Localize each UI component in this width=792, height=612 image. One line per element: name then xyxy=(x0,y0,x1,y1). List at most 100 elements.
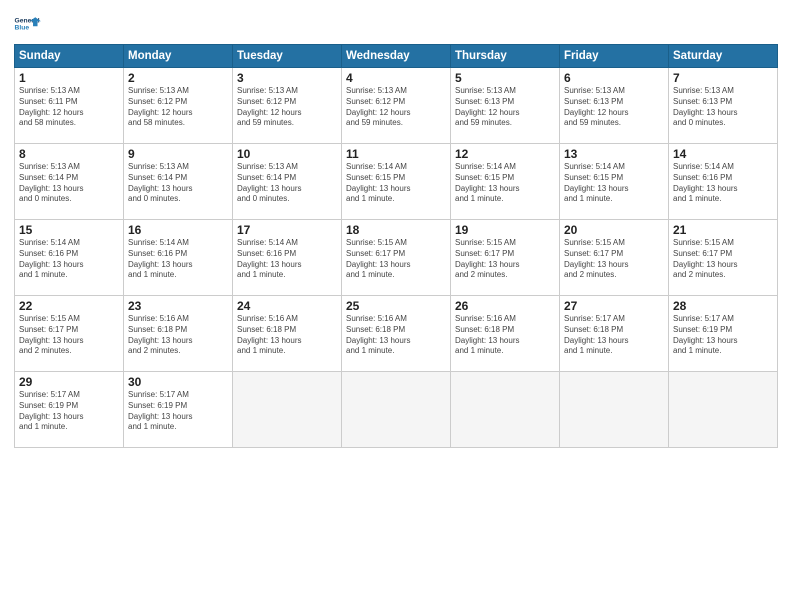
day-number: 28 xyxy=(673,299,773,313)
day-number: 11 xyxy=(346,147,446,161)
calendar-cell: 5Sunrise: 5:13 AMSunset: 6:13 PMDaylight… xyxy=(451,68,560,144)
day-number: 20 xyxy=(564,223,664,237)
calendar-cell xyxy=(560,372,669,448)
calendar-table: SundayMondayTuesdayWednesdayThursdayFrid… xyxy=(14,44,778,448)
day-info: Sunrise: 5:13 AMSunset: 6:12 PMDaylight:… xyxy=(237,86,337,129)
calendar-cell: 27Sunrise: 5:17 AMSunset: 6:18 PMDayligh… xyxy=(560,296,669,372)
day-number: 14 xyxy=(673,147,773,161)
calendar-cell: 11Sunrise: 5:14 AMSunset: 6:15 PMDayligh… xyxy=(342,144,451,220)
day-info: Sunrise: 5:17 AMSunset: 6:19 PMDaylight:… xyxy=(673,314,773,357)
day-number: 9 xyxy=(128,147,228,161)
day-number: 5 xyxy=(455,71,555,85)
day-number: 15 xyxy=(19,223,119,237)
day-number: 8 xyxy=(19,147,119,161)
day-info: Sunrise: 5:16 AMSunset: 6:18 PMDaylight:… xyxy=(346,314,446,357)
calendar-cell: 4Sunrise: 5:13 AMSunset: 6:12 PMDaylight… xyxy=(342,68,451,144)
day-info: Sunrise: 5:14 AMSunset: 6:15 PMDaylight:… xyxy=(564,162,664,205)
day-info: Sunrise: 5:13 AMSunset: 6:13 PMDaylight:… xyxy=(564,86,664,129)
logo: General Blue xyxy=(14,10,46,38)
calendar-header-thursday: Thursday xyxy=(451,45,560,68)
day-info: Sunrise: 5:17 AMSunset: 6:19 PMDaylight:… xyxy=(128,390,228,433)
calendar-cell: 7Sunrise: 5:13 AMSunset: 6:13 PMDaylight… xyxy=(669,68,778,144)
day-number: 13 xyxy=(564,147,664,161)
day-number: 7 xyxy=(673,71,773,85)
calendar-cell xyxy=(233,372,342,448)
day-number: 18 xyxy=(346,223,446,237)
calendar-header-saturday: Saturday xyxy=(669,45,778,68)
day-info: Sunrise: 5:13 AMSunset: 6:14 PMDaylight:… xyxy=(19,162,119,205)
svg-text:Blue: Blue xyxy=(15,25,30,32)
day-info: Sunrise: 5:13 AMSunset: 6:12 PMDaylight:… xyxy=(346,86,446,129)
calendar-cell: 30Sunrise: 5:17 AMSunset: 6:19 PMDayligh… xyxy=(124,372,233,448)
calendar-cell: 21Sunrise: 5:15 AMSunset: 6:17 PMDayligh… xyxy=(669,220,778,296)
calendar-cell: 22Sunrise: 5:15 AMSunset: 6:17 PMDayligh… xyxy=(15,296,124,372)
calendar-cell: 25Sunrise: 5:16 AMSunset: 6:18 PMDayligh… xyxy=(342,296,451,372)
calendar-week-4: 22Sunrise: 5:15 AMSunset: 6:17 PMDayligh… xyxy=(15,296,778,372)
day-info: Sunrise: 5:17 AMSunset: 6:19 PMDaylight:… xyxy=(19,390,119,433)
calendar-cell: 12Sunrise: 5:14 AMSunset: 6:15 PMDayligh… xyxy=(451,144,560,220)
day-info: Sunrise: 5:14 AMSunset: 6:16 PMDaylight:… xyxy=(19,238,119,281)
calendar-cell xyxy=(342,372,451,448)
calendar-header-row: SundayMondayTuesdayWednesdayThursdayFrid… xyxy=(15,45,778,68)
day-info: Sunrise: 5:14 AMSunset: 6:15 PMDaylight:… xyxy=(455,162,555,205)
day-info: Sunrise: 5:16 AMSunset: 6:18 PMDaylight:… xyxy=(237,314,337,357)
day-number: 22 xyxy=(19,299,119,313)
day-info: Sunrise: 5:13 AMSunset: 6:12 PMDaylight:… xyxy=(128,86,228,129)
calendar-cell: 2Sunrise: 5:13 AMSunset: 6:12 PMDaylight… xyxy=(124,68,233,144)
day-info: Sunrise: 5:16 AMSunset: 6:18 PMDaylight:… xyxy=(455,314,555,357)
calendar-cell: 23Sunrise: 5:16 AMSunset: 6:18 PMDayligh… xyxy=(124,296,233,372)
calendar-week-1: 1Sunrise: 5:13 AMSunset: 6:11 PMDaylight… xyxy=(15,68,778,144)
calendar-cell xyxy=(451,372,560,448)
day-number: 1 xyxy=(19,71,119,85)
calendar-cell: 28Sunrise: 5:17 AMSunset: 6:19 PMDayligh… xyxy=(669,296,778,372)
day-number: 26 xyxy=(455,299,555,313)
calendar-cell: 24Sunrise: 5:16 AMSunset: 6:18 PMDayligh… xyxy=(233,296,342,372)
day-number: 30 xyxy=(128,375,228,389)
day-info: Sunrise: 5:15 AMSunset: 6:17 PMDaylight:… xyxy=(455,238,555,281)
day-number: 25 xyxy=(346,299,446,313)
calendar-cell xyxy=(669,372,778,448)
day-number: 24 xyxy=(237,299,337,313)
calendar-cell: 13Sunrise: 5:14 AMSunset: 6:15 PMDayligh… xyxy=(560,144,669,220)
day-number: 19 xyxy=(455,223,555,237)
day-number: 6 xyxy=(564,71,664,85)
calendar-week-5: 29Sunrise: 5:17 AMSunset: 6:19 PMDayligh… xyxy=(15,372,778,448)
day-info: Sunrise: 5:14 AMSunset: 6:15 PMDaylight:… xyxy=(346,162,446,205)
day-number: 29 xyxy=(19,375,119,389)
calendar-week-2: 8Sunrise: 5:13 AMSunset: 6:14 PMDaylight… xyxy=(15,144,778,220)
day-number: 12 xyxy=(455,147,555,161)
calendar-cell: 6Sunrise: 5:13 AMSunset: 6:13 PMDaylight… xyxy=(560,68,669,144)
day-number: 23 xyxy=(128,299,228,313)
day-info: Sunrise: 5:14 AMSunset: 6:16 PMDaylight:… xyxy=(237,238,337,281)
day-info: Sunrise: 5:13 AMSunset: 6:13 PMDaylight:… xyxy=(455,86,555,129)
calendar-week-3: 15Sunrise: 5:14 AMSunset: 6:16 PMDayligh… xyxy=(15,220,778,296)
calendar-page: General Blue SundayMondayTuesdayWednesda… xyxy=(0,0,792,612)
day-info: Sunrise: 5:14 AMSunset: 6:16 PMDaylight:… xyxy=(673,162,773,205)
day-info: Sunrise: 5:14 AMSunset: 6:16 PMDaylight:… xyxy=(128,238,228,281)
calendar-cell: 29Sunrise: 5:17 AMSunset: 6:19 PMDayligh… xyxy=(15,372,124,448)
calendar-header-tuesday: Tuesday xyxy=(233,45,342,68)
day-number: 21 xyxy=(673,223,773,237)
day-number: 16 xyxy=(128,223,228,237)
day-number: 10 xyxy=(237,147,337,161)
calendar-cell: 1Sunrise: 5:13 AMSunset: 6:11 PMDaylight… xyxy=(15,68,124,144)
day-info: Sunrise: 5:17 AMSunset: 6:18 PMDaylight:… xyxy=(564,314,664,357)
day-number: 3 xyxy=(237,71,337,85)
calendar-header-sunday: Sunday xyxy=(15,45,124,68)
day-number: 2 xyxy=(128,71,228,85)
calendar-cell: 26Sunrise: 5:16 AMSunset: 6:18 PMDayligh… xyxy=(451,296,560,372)
day-info: Sunrise: 5:13 AMSunset: 6:14 PMDaylight:… xyxy=(237,162,337,205)
calendar-cell: 8Sunrise: 5:13 AMSunset: 6:14 PMDaylight… xyxy=(15,144,124,220)
day-info: Sunrise: 5:16 AMSunset: 6:18 PMDaylight:… xyxy=(128,314,228,357)
logo-icon: General Blue xyxy=(14,10,42,38)
calendar-cell: 18Sunrise: 5:15 AMSunset: 6:17 PMDayligh… xyxy=(342,220,451,296)
day-info: Sunrise: 5:15 AMSunset: 6:17 PMDaylight:… xyxy=(673,238,773,281)
day-info: Sunrise: 5:15 AMSunset: 6:17 PMDaylight:… xyxy=(346,238,446,281)
page-header: General Blue xyxy=(14,10,778,38)
calendar-cell: 9Sunrise: 5:13 AMSunset: 6:14 PMDaylight… xyxy=(124,144,233,220)
calendar-cell: 14Sunrise: 5:14 AMSunset: 6:16 PMDayligh… xyxy=(669,144,778,220)
calendar-cell: 15Sunrise: 5:14 AMSunset: 6:16 PMDayligh… xyxy=(15,220,124,296)
calendar-cell: 16Sunrise: 5:14 AMSunset: 6:16 PMDayligh… xyxy=(124,220,233,296)
calendar-header-friday: Friday xyxy=(560,45,669,68)
day-info: Sunrise: 5:15 AMSunset: 6:17 PMDaylight:… xyxy=(19,314,119,357)
